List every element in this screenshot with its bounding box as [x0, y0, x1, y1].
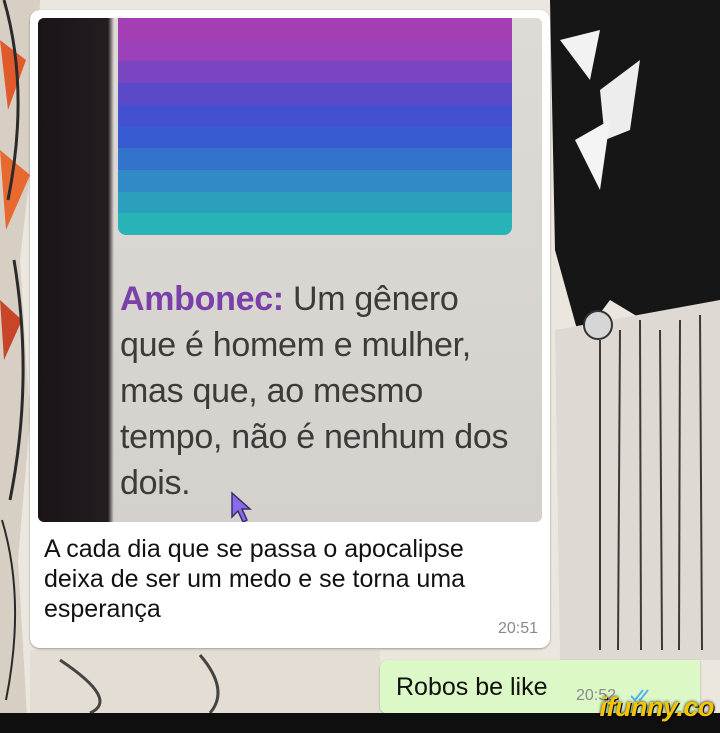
- mouse-cursor-icon: [231, 491, 252, 522]
- gender-term: Ambonec:: [120, 280, 284, 318]
- flag-stripe: [118, 61, 512, 84]
- outgoing-message-text: Robos be like: [396, 673, 548, 701]
- pride-flag: [118, 18, 512, 235]
- incoming-message-text: A cada dia que se passa o apocalipse dei…: [44, 535, 466, 623]
- flag-stripe: [118, 169, 512, 192]
- shared-photo[interactable]: Ambonec: Um gênero que é homem e mulher,…: [38, 18, 542, 522]
- photo-caption-text: Ambonec: Um gênero que é homem e mulher,…: [120, 276, 520, 506]
- flag-stripe: [118, 18, 512, 40]
- incoming-message-time: 20:51: [497, 620, 538, 637]
- flag-stripe: [118, 104, 512, 127]
- flag-stripe: [118, 83, 512, 105]
- flag-stripe: [118, 191, 512, 214]
- flag-stripe: [118, 148, 512, 170]
- flag-stripe: [118, 39, 512, 62]
- flag-stripe: [118, 126, 512, 149]
- ifunny-watermark: ifunny.co: [599, 692, 715, 722]
- incoming-message-bubble[interactable]: Ambonec: Um gênero que é homem e mulher,…: [30, 10, 550, 648]
- flag-stripe: [118, 213, 512, 235]
